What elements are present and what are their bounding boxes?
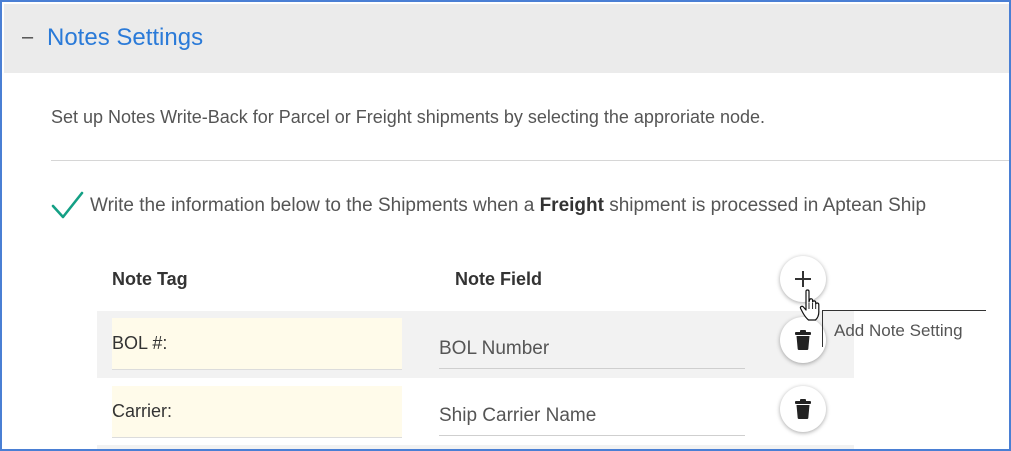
write-back-emphasis: Freight: [539, 195, 604, 216]
section-description: Set up Notes Write-Back for Parcel or Fr…: [51, 107, 766, 127]
trash-icon: [795, 399, 811, 419]
write-back-text-after: shipment is processed in Aptean Ship: [603, 195, 927, 216]
write-back-label: Write the information below to the Shipm…: [90, 195, 926, 217]
section-header[interactable]: – Notes Settings: [4, 4, 1009, 73]
delete-row-button[interactable]: [780, 386, 826, 432]
checkmark-icon[interactable]: [50, 190, 84, 220]
plus-icon-vertical: [802, 271, 804, 287]
delete-row-button[interactable]: [780, 317, 826, 363]
add-note-setting-tooltip: Add Note Setting: [834, 321, 963, 340]
section-title[interactable]: Notes Settings: [47, 24, 203, 52]
note-tag-header: Note Tag: [112, 269, 188, 289]
write-back-text-before: Write the information below to the Shipm…: [90, 195, 540, 216]
divider: [51, 160, 1009, 161]
trash-icon: [795, 330, 811, 350]
tooltip-border-top: [822, 310, 986, 311]
note-field-select[interactable]: Ship Carrier Name: [439, 388, 745, 436]
collapse-toggle-icon[interactable]: –: [22, 27, 33, 47]
hand-pointer-icon: [799, 289, 820, 321]
table-row: [97, 445, 854, 449]
note-field-select[interactable]: BOL Number: [439, 321, 745, 369]
table-row: BOL Number: [97, 311, 854, 378]
notes-settings-panel: – Notes Settings Set up Notes Write-Back…: [0, 0, 1011, 451]
note-tag-input[interactable]: [112, 386, 402, 438]
table-row: Ship Carrier Name: [97, 378, 854, 445]
note-field-header: Note Field: [455, 269, 543, 289]
note-tag-input[interactable]: [112, 318, 402, 370]
